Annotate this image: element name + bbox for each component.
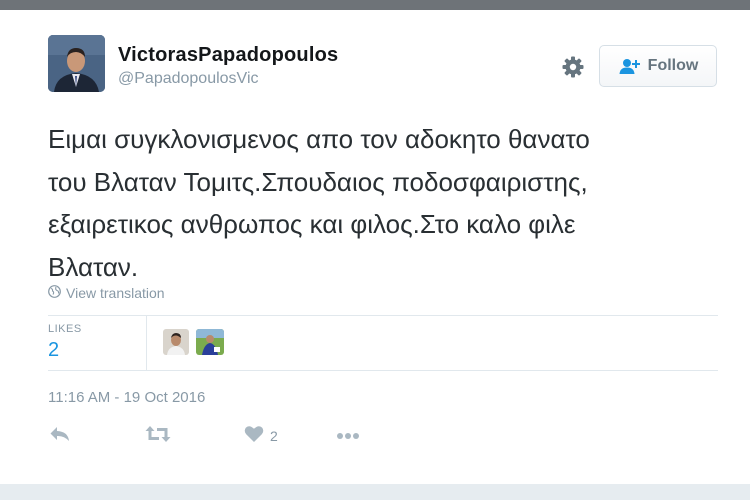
- tweet-timestamp[interactable]: 11:16 AM - 19 Oct 2016: [48, 389, 205, 406]
- retweet-button[interactable]: [145, 424, 171, 448]
- view-translation-link[interactable]: View translation: [48, 285, 165, 301]
- reply-button[interactable]: [49, 424, 71, 448]
- gear-icon[interactable]: [559, 53, 587, 81]
- likes-label: LIKES: [48, 323, 82, 335]
- follow-button-label: Follow: [647, 57, 699, 74]
- page-bottom-band: [0, 484, 750, 500]
- author-avatar[interactable]: [48, 35, 105, 92]
- heart-icon: [244, 425, 264, 448]
- like-button[interactable]: 2: [244, 424, 278, 448]
- tweet-text: Ειμαι συγκλονισμενος απο τον αδοκητο θαν…: [48, 124, 590, 282]
- view-translation-label: View translation: [66, 285, 165, 301]
- likes-count[interactable]: 2: [48, 339, 59, 362]
- author-display-name[interactable]: VictorasPapadopoulos: [118, 44, 338, 67]
- globe-icon: [48, 285, 61, 301]
- like-count: 2: [270, 428, 278, 444]
- liker-avatar[interactable]: [163, 329, 189, 355]
- stats-bottom-divider: [48, 370, 718, 371]
- author-handle[interactable]: @PapadopoulosVic: [118, 70, 259, 88]
- follow-person-icon: [618, 58, 640, 74]
- liker-avatar[interactable]: [196, 329, 224, 355]
- stats-vertical-divider: [146, 316, 147, 370]
- stats-top-divider: [48, 315, 718, 316]
- reply-icon: [49, 425, 71, 448]
- more-icon: [336, 427, 360, 445]
- more-button[interactable]: [336, 424, 360, 448]
- follow-button[interactable]: Follow: [599, 45, 717, 87]
- retweet-icon: [145, 425, 171, 448]
- window-top-bar: [0, 0, 750, 10]
